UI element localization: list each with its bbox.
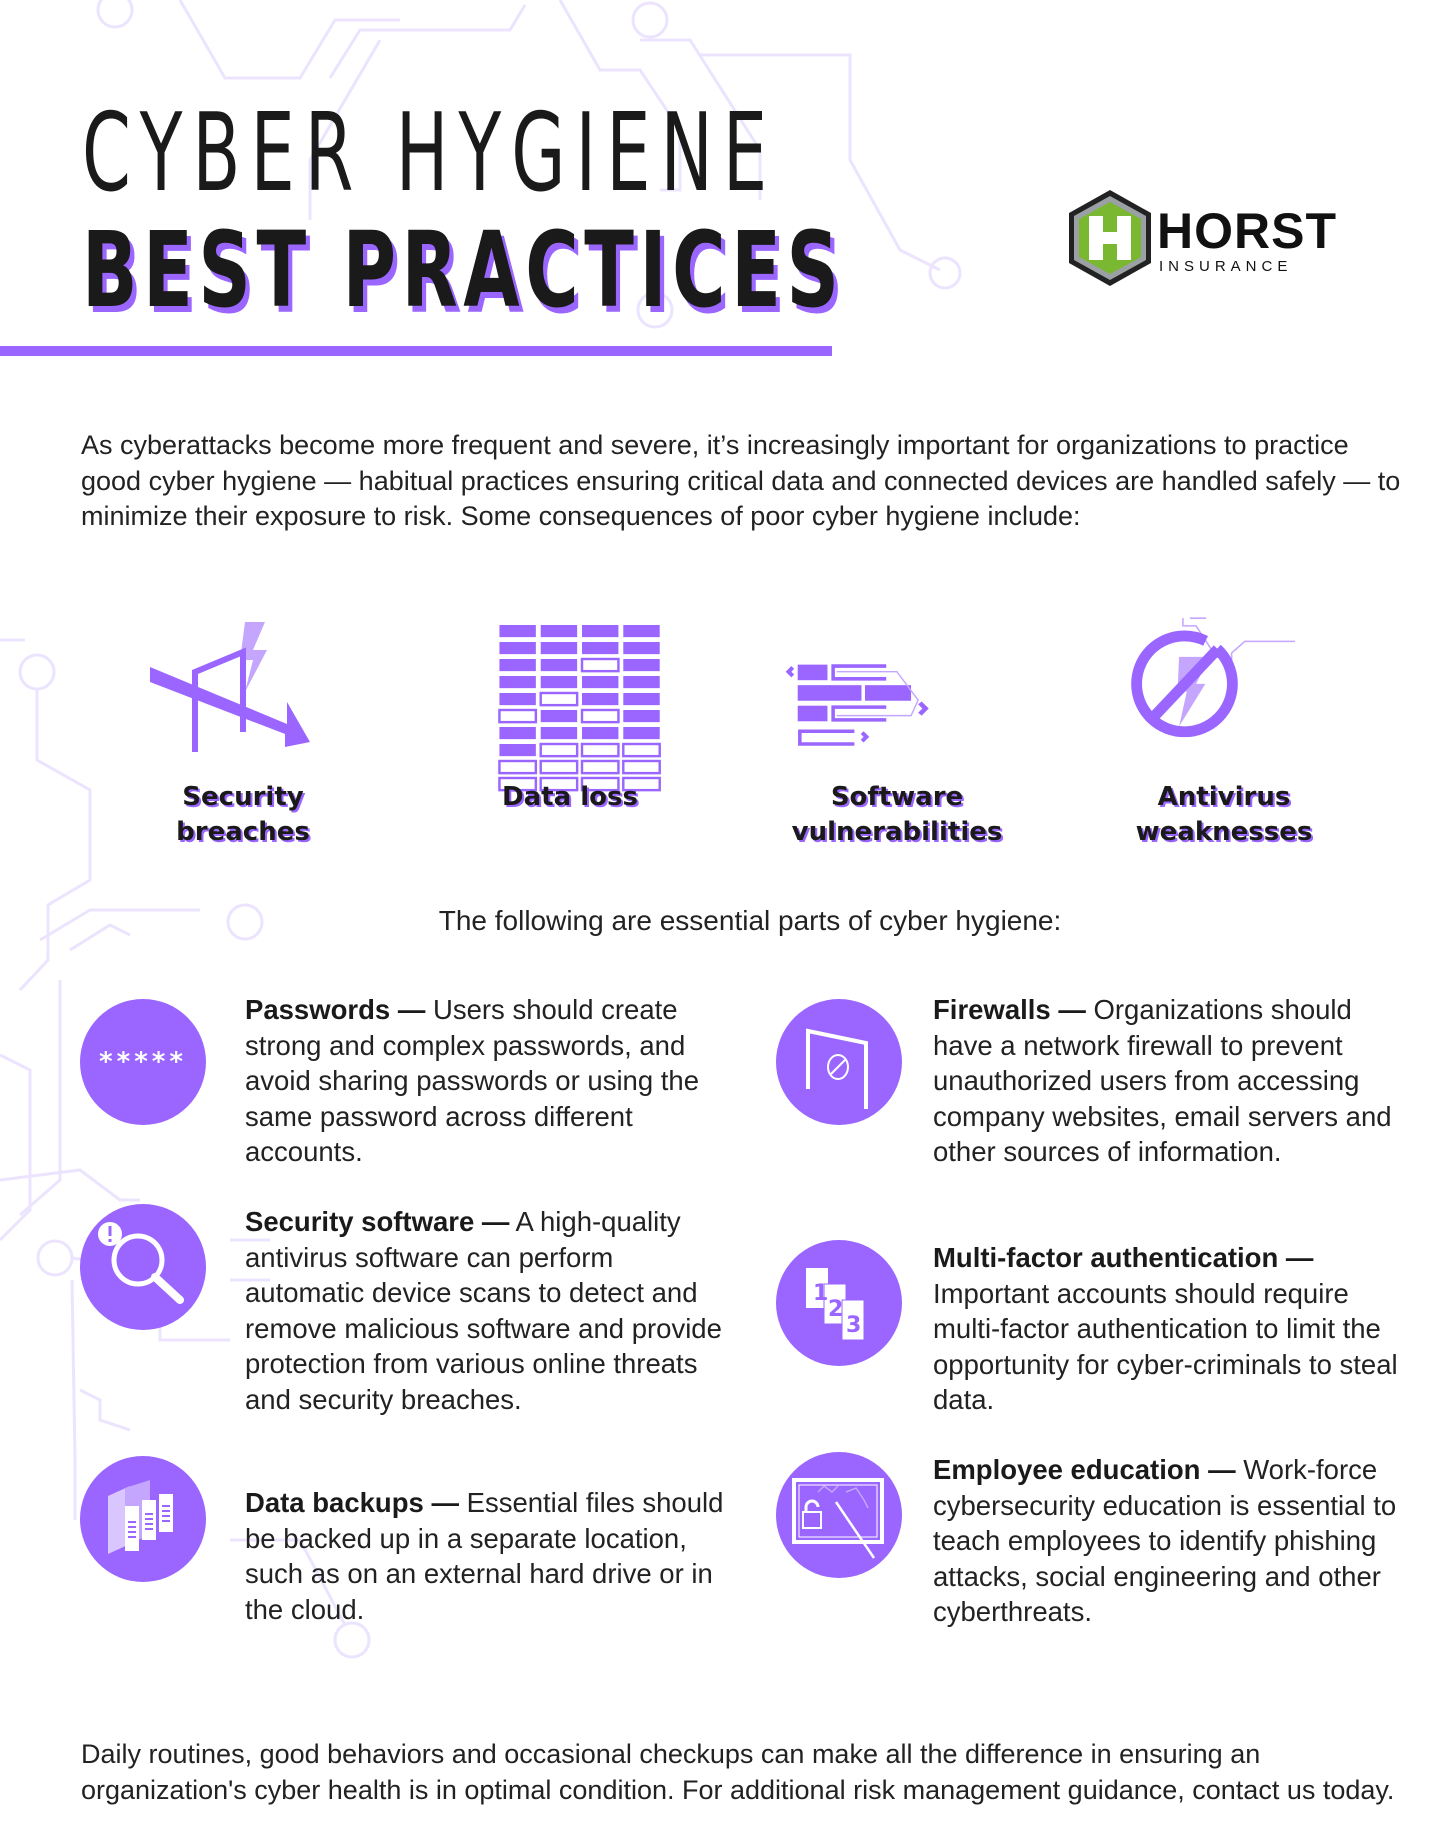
logo-subtitle: INSURANCE [1159,258,1293,275]
digit-3: 3 [846,1313,861,1338]
practice-title: Employee education — [933,1454,1236,1485]
grid-cell [582,642,619,655]
grid-cell [499,659,536,672]
broken-fence-lightning-icon [150,622,310,752]
essentials-subheading: The following are essential parts of cyb… [438,905,1062,936]
title-line-2: BEST PRACTICES [82,209,845,331]
grid-cell [498,708,538,724]
grid-cell [623,727,660,740]
password-asterisks-icon: ***** [99,1047,187,1077]
consequence-label: Security breaches [176,782,310,847]
grid-cell [499,676,536,689]
grid-cell [539,742,579,758]
grid-cell [580,759,620,775]
grid-cell [623,642,660,655]
consequence-data-loss [497,625,667,800]
practice-employee-education: Employee education — Work-force cybersec… [933,1452,1413,1630]
practice-icon-circle: ***** [80,999,206,1125]
grid-cell [540,727,578,740]
grid-cell [623,659,660,672]
practice-security-software: Security software — A high-quality antiv… [245,1204,725,1417]
grid-cell [623,693,660,706]
grid-cell [499,693,536,706]
practice-body: Important accounts should require multi-… [933,1277,1398,1416]
consequence-security-breaches [145,612,315,787]
closing-paragraph: Daily routines, good behaviors and occas… [81,1739,1395,1805]
practice-data-backups: Data backups — Essential files should be… [245,1485,725,1627]
grid-cell [623,676,660,689]
practice-title: Passwords — [245,994,426,1025]
grid-cell [539,691,579,707]
grid-cell [622,759,661,775]
practice-title: Data backups — [245,1487,459,1518]
logo-brand: HORST [1157,203,1337,259]
grid-cell [540,676,578,689]
code-blocks-icon [785,664,929,746]
grid-cell [499,744,536,757]
grid-cell [499,727,536,740]
horst-insurance-logo: HORST INSURANCE [1065,188,1385,288]
practice-icon-circle [80,1456,206,1582]
practice-title: Multi-factor authentication — [933,1242,1314,1273]
numbered-cards-icon: 1 2 3 [806,1268,865,1341]
practice-passwords: Passwords — Users should create strong a… [245,992,725,1170]
grid-cell [622,742,661,758]
practice-icon-circle [776,1452,902,1578]
grid-cell [539,759,579,775]
practice-body: A high-quality antivirus software can pe… [245,1206,722,1415]
presentation-board-lock-icon [792,1478,884,1559]
practice-icon-circle [776,999,902,1125]
consequence-label: Software vulnerabilities [791,782,1003,847]
grid-cell [582,676,619,689]
digit-1: 1 [813,1281,828,1306]
data-grid-icon [498,625,661,792]
consequence-antivirus-weaknesses [1125,595,1295,770]
practice-multi-factor-authentication: Multi-factor authentication — Important … [933,1240,1413,1418]
grid-cell [582,727,619,740]
grid-cell [580,742,620,758]
title-line-1: CYBER HYGIENE [82,91,778,216]
grid-cell [540,642,578,655]
consequence-software-vulnerabilities [780,620,950,795]
servers-icon [108,1480,173,1554]
no-lightning-icon [1131,617,1295,738]
intro-paragraph: As cyberattacks become more frequent and… [81,430,1401,531]
practice-firewalls: Firewalls — Organizations should have a … [933,992,1413,1170]
consequence-label: Antivirus weaknesses [1135,782,1313,847]
grid-cell [582,625,619,638]
grid-cell [499,625,536,638]
consequence-label: Data loss [502,782,638,812]
magnifier-alert-icon [98,1222,184,1304]
digit-2: 2 [828,1297,843,1322]
title-underline [0,346,832,356]
practice-title: Security software — [245,1206,510,1237]
practice-title: Firewalls — [933,994,1086,1025]
grid-cell [580,708,620,724]
grid-cell [623,710,660,723]
practice-icon-circle: 1 2 3 [776,1240,902,1366]
grid-cell [582,693,619,706]
grid-cell [623,625,660,638]
grid-cell [540,710,578,723]
grid-cell [498,759,538,775]
practice-icon-circle [80,1204,206,1330]
grid-cell [540,625,578,638]
firewall-door-icon [806,1028,868,1109]
hexagon-h-emblem-icon [1069,190,1151,286]
grid-cell [540,659,578,672]
grid-cell [499,642,536,655]
grid-cell [580,657,620,673]
